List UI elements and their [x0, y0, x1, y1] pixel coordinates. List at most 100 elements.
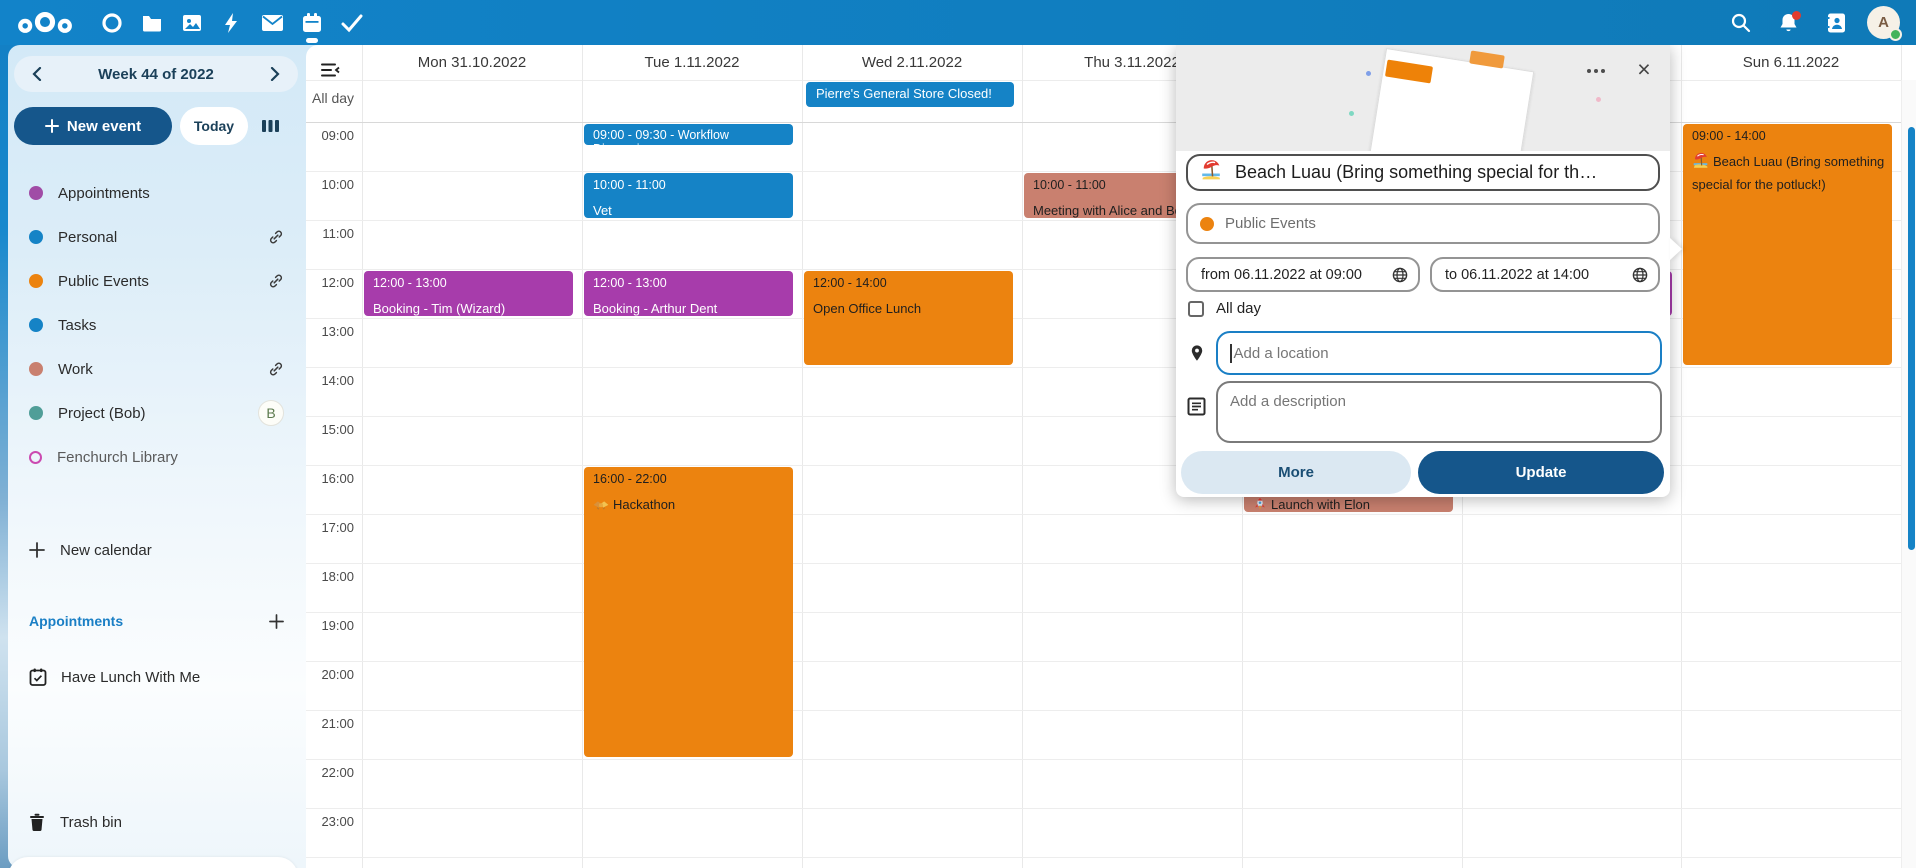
description-input[interactable]: Add a description	[1216, 381, 1662, 443]
sidebar-calendar-public-events[interactable]: Public Events	[8, 259, 306, 303]
event[interactable]: 09:00 - 09:30 - Workflow Discussion	[584, 124, 793, 145]
sidebar-calendar-fenchurch-library[interactable]: Fenchurch Library	[8, 435, 306, 479]
grid-hour-line	[306, 514, 1901, 515]
trash-bin-button[interactable]: Trash bin	[8, 800, 306, 844]
week-navigation: Week 44 of 2022	[14, 56, 298, 92]
sidebar-calendar-work[interactable]: Work	[8, 347, 306, 391]
calendar-color-dot[interactable]	[29, 274, 43, 288]
notifications-button[interactable]	[1771, 6, 1805, 40]
event[interactable]: 12:00 - 13:00Booking - Arthur Dent	[584, 271, 793, 316]
calendar-label: Project (Bob)	[58, 405, 146, 422]
location-input[interactable]: Add a location	[1216, 331, 1662, 375]
calendar-select[interactable]: Public Events	[1186, 203, 1660, 244]
more-button[interactable]: More	[1181, 451, 1411, 494]
calendar-color-dot[interactable]	[29, 230, 43, 244]
app-files[interactable]	[132, 0, 172, 45]
new-event-button[interactable]: New event	[14, 107, 172, 145]
calendar-label: Personal	[58, 229, 117, 246]
time-label: 14:00	[306, 373, 354, 388]
columns-view-icon	[262, 118, 279, 134]
scrollbar[interactable]	[1901, 80, 1916, 868]
event[interactable]: 12:00 - 13:00Booking - Tim (Wizard)	[364, 271, 573, 316]
timezone-globe-icon	[1392, 267, 1408, 283]
description-icon	[1187, 397, 1206, 421]
all-day-checkbox[interactable]: All day	[1188, 300, 1261, 317]
view-mode-button[interactable]	[262, 118, 279, 134]
start-datetime-picker[interactable]: from 06.11.2022 at 09:00	[1186, 257, 1420, 292]
sidebar-calendar-tasks[interactable]: Tasks	[8, 303, 306, 347]
all-day-label: All day	[312, 90, 354, 106]
app-mail[interactable]	[252, 0, 292, 45]
end-datetime-picker[interactable]: to 06.11.2022 at 14:00	[1430, 257, 1660, 292]
grid-column-line	[362, 45, 363, 868]
collapse-menu-icon	[320, 62, 340, 78]
event[interactable]: 12:00 - 14:00Open Office Lunch	[804, 271, 1013, 365]
calendar-color-dot[interactable]	[29, 451, 42, 464]
contacts-button[interactable]	[1819, 6, 1853, 40]
calendar-color-dot[interactable]	[29, 318, 43, 332]
grid-column-line	[802, 45, 803, 868]
new-calendar-button[interactable]: New calendar	[8, 528, 306, 572]
calendar-list: Appointments Personal Public EventsTasks Wo…	[8, 171, 306, 479]
app-calendar[interactable]	[292, 0, 332, 45]
trash-icon	[29, 813, 45, 831]
popup-more-actions-button[interactable]	[1581, 59, 1611, 83]
time-label: 16:00	[306, 471, 354, 486]
shared-badge: B	[258, 400, 284, 426]
time-label: 13:00	[306, 324, 354, 339]
previous-week-button[interactable]	[24, 61, 50, 87]
event[interactable]: 16:00 - 22:00Hackathon	[584, 467, 793, 757]
nextcloud-logo[interactable]	[12, 0, 78, 45]
event-title: Beach Luau (Bring something special for …	[1692, 152, 1888, 195]
active-app-indicator	[306, 38, 318, 43]
calendar-label: Work	[58, 361, 93, 378]
sidebar-calendar-project-bob-[interactable]: Project (Bob) B	[8, 391, 306, 435]
sidebar-calendar-appointments[interactable]: Appointments	[8, 171, 306, 215]
timezone-globe-icon	[1632, 267, 1648, 283]
plus-icon	[269, 614, 284, 629]
event-editor-popup: × Beach Luau (Bring something special fo…	[1176, 45, 1670, 497]
calendar-color-dot[interactable]	[29, 406, 43, 420]
appointment-item[interactable]: Have Lunch With Me	[8, 655, 306, 699]
search-button[interactable]	[1723, 6, 1757, 40]
add-appointment-config-button[interactable]	[269, 614, 284, 629]
grid-hour-line	[306, 808, 1901, 809]
event-title: Booking - Tim (Wizard)	[373, 299, 569, 316]
event[interactable]: 10:00 - 11:00Vet	[584, 173, 793, 218]
event[interactable]: 09:00 - 14:00Beach Luau (Bring something…	[1683, 124, 1892, 365]
plus-icon	[29, 542, 45, 558]
app-tasks[interactable]	[332, 0, 372, 45]
calendar-color-dot[interactable]	[29, 186, 43, 200]
grid-hour-line	[306, 563, 1901, 564]
update-button[interactable]: Update	[1418, 451, 1664, 494]
calendar-select-value: Public Events	[1225, 215, 1316, 232]
description-placeholder: Add a description	[1230, 393, 1346, 410]
today-button[interactable]: Today	[180, 107, 248, 145]
chevron-right-icon	[269, 67, 281, 81]
today-label: Today	[194, 118, 234, 134]
calendar-grid: All day Mon 31.10.2022Tue 1.11.2022Wed 2…	[306, 45, 1916, 868]
app-photos[interactable]	[172, 0, 212, 45]
rocket-emoji-icon	[1253, 497, 1267, 512]
avatar[interactable]: A	[1867, 6, 1900, 39]
all-day-event[interactable]: Pierre's General Store Closed!	[806, 82, 1014, 107]
time-label: 12:00	[306, 275, 354, 290]
notification-dot	[1792, 11, 1801, 20]
popup-close-button[interactable]: ×	[1628, 53, 1660, 85]
next-week-button[interactable]	[262, 61, 288, 87]
calendar-color-dot[interactable]	[29, 362, 43, 376]
illustration-dot	[1349, 111, 1354, 116]
event-time: 10:00 - 11:00	[593, 178, 789, 192]
scrollbar-thumb[interactable]	[1908, 127, 1915, 550]
week-label: Week 44 of 2022	[98, 66, 214, 83]
new-event-label: New event	[67, 118, 141, 135]
grid-hour-line	[306, 857, 1901, 858]
grid-column-line	[1681, 45, 1682, 868]
event-title: Hackathon	[593, 495, 789, 518]
app-activity[interactable]	[212, 0, 252, 45]
sidebar-calendar-personal[interactable]: Personal	[8, 215, 306, 259]
calendar-settings-button[interactable]: Calendar settings	[8, 857, 298, 868]
time-label: 23:00	[306, 814, 354, 829]
event-title-input[interactable]: Beach Luau (Bring something special for …	[1186, 154, 1660, 191]
app-circles[interactable]	[92, 0, 132, 45]
